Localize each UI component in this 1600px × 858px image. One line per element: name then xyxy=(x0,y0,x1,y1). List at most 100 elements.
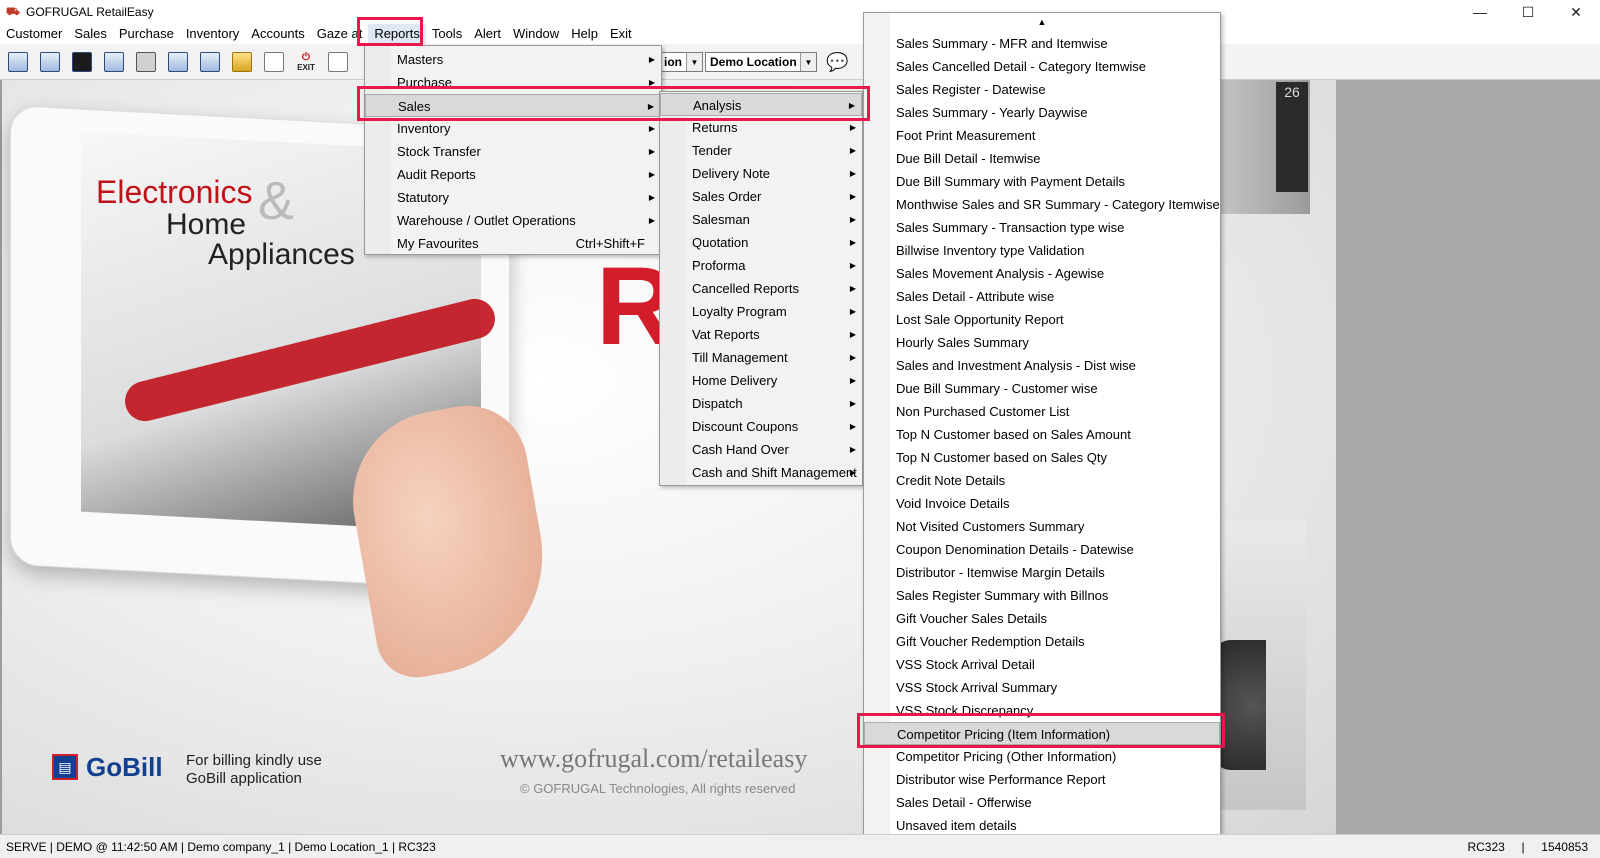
menu-sales[interactable]: Sales xyxy=(68,24,113,44)
analysis-item[interactable]: Top N Customer based on Sales Amount xyxy=(864,423,1220,446)
analysis-item[interactable]: Sales Summary - MFR and Itemwise xyxy=(864,32,1220,55)
analysis-item[interactable]: Monthwise Sales and SR Summary - Categor… xyxy=(864,193,1220,216)
toolbar-button-7[interactable] xyxy=(196,48,224,76)
chat-bubble-icon[interactable]: 💬 xyxy=(826,52,850,72)
status-bar: SERVE | DEMO @ 11:42:50 AM | Demo compan… xyxy=(0,834,1600,858)
sales-item-proforma[interactable]: Proforma ▶ xyxy=(660,254,862,277)
sales-item-quotation[interactable]: Quotation ▶ xyxy=(660,231,862,254)
analysis-item[interactable]: Credit Note Details xyxy=(864,469,1220,492)
analysis-item[interactable]: Sales Detail - Offerwise xyxy=(864,791,1220,814)
sales-item-analysis[interactable]: Analysis ▶ xyxy=(660,93,862,116)
analysis-item[interactable]: Lost Sale Opportunity Report xyxy=(864,308,1220,331)
sales-item-vat-reports[interactable]: Vat Reports ▶ xyxy=(660,323,862,346)
reports-item-masters[interactable]: Masters ▶ xyxy=(365,48,661,71)
minimize-button[interactable]: — xyxy=(1456,0,1504,24)
analysis-item[interactable]: Due Bill Summary with Payment Details xyxy=(864,170,1220,193)
toolbar-button-9[interactable] xyxy=(260,48,288,76)
sales-item-dispatch[interactable]: Dispatch ▶ xyxy=(660,392,862,415)
analysis-item-label: Non Purchased Customer List xyxy=(896,404,1070,419)
menu-window[interactable]: Window xyxy=(507,24,565,44)
scroll-up-arrow-icon[interactable]: ▲ xyxy=(864,13,1220,32)
analysis-item[interactable]: Gift Voucher Redemption Details xyxy=(864,630,1220,653)
analysis-submenu: ▲ Sales Summary - MFR and Itemwise Sales … xyxy=(863,12,1221,858)
analysis-item[interactable]: Due Bill Summary - Customer wise xyxy=(864,377,1220,400)
sales-item-salesman[interactable]: Salesman ▶ xyxy=(660,208,862,231)
analysis-item[interactable]: Sales Register - Datewise xyxy=(864,78,1220,101)
sales-item-sales-order[interactable]: Sales Order ▶ xyxy=(660,185,862,208)
reports-item-audit-reports[interactable]: Audit Reports ▶ xyxy=(365,163,661,186)
menu-reports[interactable]: Reports xyxy=(368,24,426,44)
sales-item-loyalty-program[interactable]: Loyalty Program ▶ xyxy=(660,300,862,323)
chevron-down-icon: ▼ xyxy=(686,53,702,71)
analysis-item[interactable]: Distributor - Itemwise Margin Details xyxy=(864,561,1220,584)
menu-tools[interactable]: Tools xyxy=(426,24,468,44)
toolbar-button-8[interactable] xyxy=(228,48,256,76)
submenu-arrow-icon: ▶ xyxy=(849,353,856,362)
analysis-item[interactable]: VSS Stock Arrival Detail xyxy=(864,653,1220,676)
analysis-item[interactable]: Due Bill Detail - Itemwise xyxy=(864,147,1220,170)
analysis-item[interactable]: Sales Summary - Transaction type wise xyxy=(864,216,1220,239)
menu-purchase[interactable]: Purchase xyxy=(113,24,180,44)
reports-item-stock-transfer[interactable]: Stock Transfer ▶ xyxy=(365,140,661,163)
toolbar-button-2[interactable] xyxy=(36,48,64,76)
menu-inventory[interactable]: Inventory xyxy=(180,24,245,44)
menu-exit[interactable]: Exit xyxy=(604,24,638,44)
analysis-item[interactable]: Sales Register Summary with Billnos xyxy=(864,584,1220,607)
analysis-item[interactable]: Distributor wise Performance Report xyxy=(864,768,1220,791)
analysis-item[interactable]: Competitor Pricing (Item Information) xyxy=(864,722,1220,745)
toolbar-button-3[interactable] xyxy=(68,48,96,76)
analysis-item[interactable]: Sales Detail - Attribute wise xyxy=(864,285,1220,308)
analysis-item[interactable]: VSS Stock Arrival Summary xyxy=(864,676,1220,699)
reports-item-warehouse-outlet[interactable]: Warehouse / Outlet Operations ▶ xyxy=(365,209,661,232)
analysis-item[interactable]: Gift Voucher Sales Details xyxy=(864,607,1220,630)
analysis-item[interactable]: Sales Summary - Yearly Daywise xyxy=(864,101,1220,124)
reports-item-my-favourites[interactable]: My Favourites Ctrl+Shift+F xyxy=(365,232,661,255)
sales-item-home-delivery[interactable]: Home Delivery ▶ xyxy=(660,369,862,392)
analysis-item[interactable]: Void Invoice Details xyxy=(864,492,1220,515)
menu-customer[interactable]: Customer xyxy=(0,24,68,44)
reports-item-statutory[interactable]: Statutory ▶ xyxy=(365,186,661,209)
toolbar-button-4[interactable] xyxy=(100,48,128,76)
analysis-item[interactable]: Billwise Inventory type Validation xyxy=(864,239,1220,262)
menu-alert[interactable]: Alert xyxy=(468,24,507,44)
analysis-item[interactable]: Competitor Pricing (Other Information) xyxy=(864,745,1220,768)
analysis-item[interactable]: Sales and Investment Analysis - Dist wis… xyxy=(864,354,1220,377)
combo-box-1[interactable]: ion ▼ xyxy=(659,52,703,72)
toolbar-button-6[interactable] xyxy=(164,48,192,76)
analysis-item[interactable]: Non Purchased Customer List xyxy=(864,400,1220,423)
sales-item-cash-hand-over[interactable]: Cash Hand Over ▶ xyxy=(660,438,862,461)
promo-title-line3: Appliances xyxy=(208,238,355,271)
sales-item-till-management[interactable]: Till Management ▶ xyxy=(660,346,862,369)
analysis-item[interactable]: Top N Customer based on Sales Qty xyxy=(864,446,1220,469)
analysis-item[interactable]: VSS Stock Discrepancy xyxy=(864,699,1220,722)
sales-item-delivery-note[interactable]: Delivery Note ▶ xyxy=(660,162,862,185)
sales-item-discount-coupons[interactable]: Discount Coupons ▶ xyxy=(660,415,862,438)
toolbar-button-5[interactable] xyxy=(132,48,160,76)
analysis-item-label: Top N Customer based on Sales Qty xyxy=(896,450,1107,465)
analysis-item[interactable]: Hourly Sales Summary xyxy=(864,331,1220,354)
analysis-item[interactable]: Sales Cancelled Detail - Category Itemwi… xyxy=(864,55,1220,78)
sales-item-cancelled-reports[interactable]: Cancelled Reports ▶ xyxy=(660,277,862,300)
sales-item-tender[interactable]: Tender ▶ xyxy=(660,139,862,162)
analysis-item-label: Sales Register - Datewise xyxy=(896,82,1046,97)
menu-help[interactable]: Help xyxy=(565,24,604,44)
maximize-button[interactable]: ☐ xyxy=(1504,0,1552,24)
toolbar-button-1[interactable] xyxy=(4,48,32,76)
keyboard-icon xyxy=(104,51,124,72)
reports-item-sales[interactable]: Sales ▶ xyxy=(365,94,661,117)
analysis-item[interactable]: Sales Movement Analysis - Agewise xyxy=(864,262,1220,285)
close-button[interactable]: ✕ xyxy=(1552,0,1600,24)
analysis-item[interactable]: Coupon Denomination Details - Datewise xyxy=(864,538,1220,561)
analysis-item[interactable]: Not Visited Customers Summary xyxy=(864,515,1220,538)
reports-item-purchase[interactable]: Purchase ▶ xyxy=(365,71,661,94)
toolbar-button-11[interactable] xyxy=(324,48,352,76)
location-select[interactable]: Demo Location ▼ xyxy=(705,52,817,72)
sales-item-cash-shift-management[interactable]: Cash and Shift Management ▶ xyxy=(660,461,862,484)
sales-item-returns[interactable]: Returns ▶ xyxy=(660,116,862,139)
analysis-item-label: Billwise Inventory type Validation xyxy=(896,243,1085,258)
toolbar-exit-button[interactable]: ⏻ EXIT xyxy=(292,48,320,76)
reports-item-inventory[interactable]: Inventory ▶ xyxy=(365,117,661,140)
analysis-item[interactable]: Foot Print Measurement xyxy=(864,124,1220,147)
menu-gaze-at[interactable]: Gaze at xyxy=(311,24,369,44)
menu-accounts[interactable]: Accounts xyxy=(245,24,310,44)
